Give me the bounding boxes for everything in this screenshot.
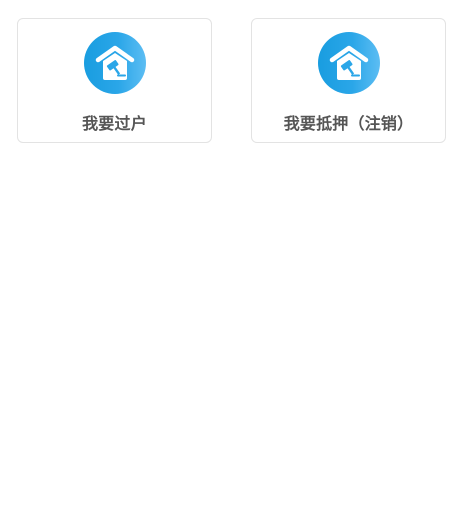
transfer-label: 我要过户 — [82, 114, 147, 133]
house-gavel-icon — [83, 32, 146, 94]
service-grid: 我要过户 我要抵押（注销） — [0, 0, 466, 505]
mortgage-cancel-label: 我要抵押（注销） — [283, 114, 414, 133]
mortgage-cancel-card[interactable]: 我要抵押（注销） — [251, 18, 446, 143]
transfer-card[interactable]: 我要过户 — [17, 18, 212, 143]
house-gavel-icon — [317, 32, 380, 94]
